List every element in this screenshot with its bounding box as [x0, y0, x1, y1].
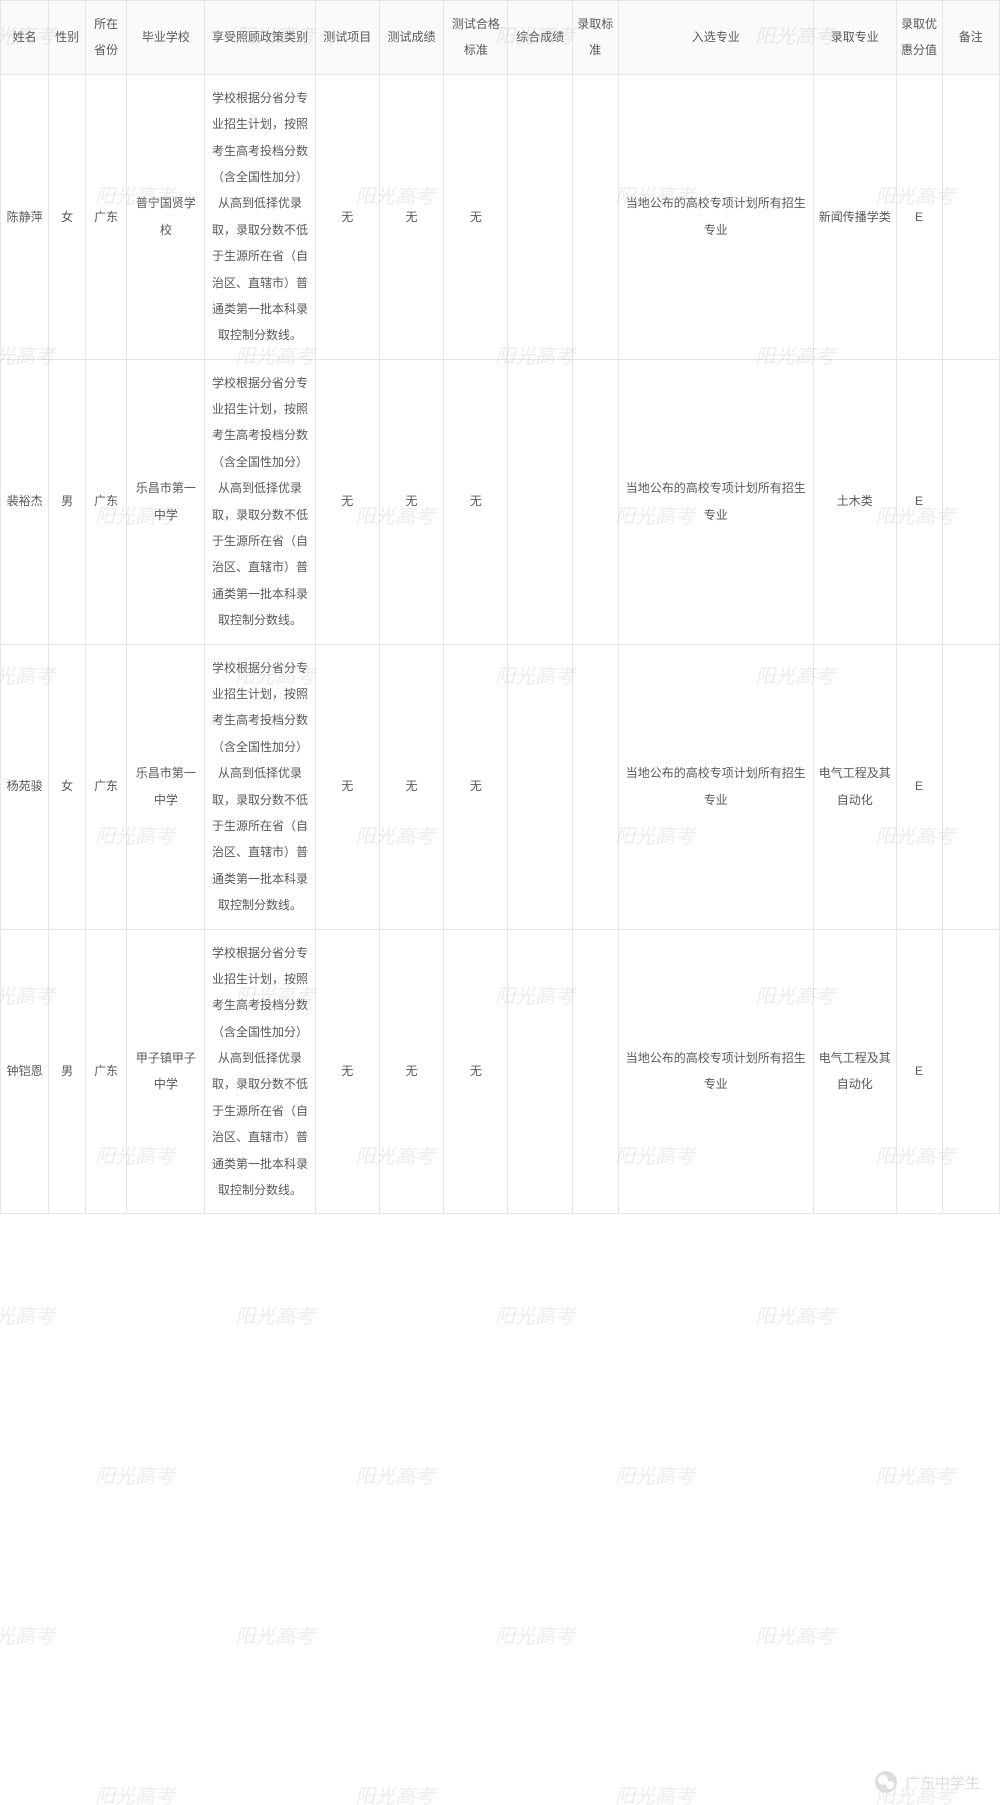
watermark-text: 阳光高考	[95, 1780, 175, 1805]
table-row: 杨苑骏女广东乐昌市第一中学学校根据分省分专业招生计划，按照考生高考投档分数（含全…	[1, 644, 1000, 929]
cell-pass_std: 无	[444, 929, 508, 1214]
cell-gender: 女	[49, 644, 86, 929]
cell-bonus: E	[896, 359, 942, 644]
cell-admitted_major: 电气工程及其自动化	[813, 929, 896, 1214]
cell-policy: 学校根据分省分专业招生计划，按照考生高考投档分数（含全国性加分）从高到低择优录取…	[205, 359, 315, 644]
cell-comp_score	[508, 74, 572, 359]
cell-comp_score	[508, 359, 572, 644]
cell-comp_score	[508, 929, 572, 1214]
watermark-text: 阳光高考	[755, 1300, 835, 1329]
cell-school: 乐昌市第一中学	[127, 644, 205, 929]
cell-test_item: 无	[315, 74, 379, 359]
cell-bonus: E	[896, 74, 942, 359]
table-header: 姓名 性别 所在省份 毕业学校 享受照顾政策类别 测试项目 测试成绩 测试合格标…	[1, 1, 1000, 75]
watermark-text: 阳光高考	[875, 1460, 955, 1489]
col-prov: 所在省份	[85, 1, 126, 75]
cell-admitted_major: 新闻传播学类	[813, 74, 896, 359]
table-body: 陈静萍女广东普宁国贤学校学校根据分省分专业招生计划，按照考生高考投档分数（含全国…	[1, 74, 1000, 1214]
wechat-icon	[875, 1771, 897, 1793]
cell-pass_std: 无	[444, 644, 508, 929]
watermark-text: 阳光高考	[615, 1460, 695, 1489]
cell-gender: 男	[49, 359, 86, 644]
col-school: 毕业学校	[127, 1, 205, 75]
cell-policy: 学校根据分省分专业招生计划，按照考生高考投档分数（含全国性加分）从高到低择优录取…	[205, 929, 315, 1214]
admissions-table: 姓名 性别 所在省份 毕业学校 享受照顾政策类别 测试项目 测试成绩 测试合格标…	[0, 0, 1000, 1214]
cell-remark	[942, 74, 1000, 359]
col-major: 录取专业	[813, 1, 896, 75]
watermark-text: 阳光高考	[355, 1460, 435, 1489]
watermark-text: 阳光高考	[95, 1460, 175, 1489]
watermark-text: 阳光高考	[495, 1300, 575, 1329]
col-testitem: 测试项目	[315, 1, 379, 75]
cell-test_score: 无	[379, 359, 443, 644]
cell-policy: 学校根据分省分专业招生计划，按照考生高考投档分数（含全国性加分）从高到低择优录取…	[205, 74, 315, 359]
cell-province: 广东	[85, 929, 126, 1214]
cell-test_score: 无	[379, 929, 443, 1214]
col-testscore: 测试成绩	[379, 1, 443, 75]
cell-school: 乐昌市第一中学	[127, 359, 205, 644]
cell-name: 杨苑骏	[1, 644, 49, 929]
watermark-text: 阳光高考	[0, 1300, 55, 1329]
cell-adm_std	[572, 74, 618, 359]
footer-source: 广东中学生	[875, 1771, 980, 1793]
cell-bonus: E	[896, 644, 942, 929]
col-name: 姓名	[1, 1, 49, 75]
col-sel: 入选专业	[618, 1, 813, 75]
col-comp: 综合成绩	[508, 1, 572, 75]
table-row: 钟铠恩男广东甲子镇甲子中学学校根据分省分专业招生计划，按照考生高考投档分数（含全…	[1, 929, 1000, 1214]
cell-admitted_major: 土木类	[813, 359, 896, 644]
watermark-text: 阳光高考	[0, 1620, 55, 1649]
cell-gender: 女	[49, 74, 86, 359]
col-policy: 享受照顾政策类别	[205, 1, 315, 75]
cell-gender: 男	[49, 929, 86, 1214]
watermark-text: 阳光高考	[235, 1300, 315, 1329]
cell-school: 普宁国贤学校	[127, 74, 205, 359]
col-gender: 性别	[49, 1, 86, 75]
cell-name: 裴裕杰	[1, 359, 49, 644]
cell-remark	[942, 929, 1000, 1214]
cell-selected_major: 当地公布的高校专项计划所有招生专业	[618, 74, 813, 359]
cell-test_score: 无	[379, 644, 443, 929]
cell-test_item: 无	[315, 644, 379, 929]
cell-selected_major: 当地公布的高校专项计划所有招生专业	[618, 359, 813, 644]
watermark-text: 阳光高考	[355, 1780, 435, 1805]
col-remark: 备注	[942, 1, 1000, 75]
cell-policy: 学校根据分省分专业招生计划，按照考生高考投档分数（含全国性加分）从高到低择优录取…	[205, 644, 315, 929]
cell-selected_major: 当地公布的高校专项计划所有招生专业	[618, 929, 813, 1214]
cell-pass_std: 无	[444, 74, 508, 359]
watermark-text: 阳光高考	[235, 1620, 315, 1649]
cell-admitted_major: 电气工程及其自动化	[813, 644, 896, 929]
cell-adm_std	[572, 929, 618, 1214]
cell-school: 甲子镇甲子中学	[127, 929, 205, 1214]
cell-bonus: E	[896, 929, 942, 1214]
cell-province: 广东	[85, 359, 126, 644]
cell-province: 广东	[85, 74, 126, 359]
watermark-text: 阳光高考	[495, 1620, 575, 1649]
cell-name: 陈静萍	[1, 74, 49, 359]
cell-adm_std	[572, 644, 618, 929]
col-admstd: 录取标准	[572, 1, 618, 75]
col-passstd: 测试合格标准	[444, 1, 508, 75]
cell-adm_std	[572, 359, 618, 644]
cell-comp_score	[508, 644, 572, 929]
cell-test_item: 无	[315, 359, 379, 644]
footer-source-text: 广东中学生	[905, 1772, 980, 1793]
watermark-text: 阳光高考	[755, 1620, 835, 1649]
cell-province: 广东	[85, 644, 126, 929]
watermark-text: 阳光高考	[615, 1780, 695, 1805]
cell-remark	[942, 359, 1000, 644]
cell-selected_major: 当地公布的高校专项计划所有招生专业	[618, 644, 813, 929]
table-row: 裴裕杰男广东乐昌市第一中学学校根据分省分专业招生计划，按照考生高考投档分数（含全…	[1, 359, 1000, 644]
cell-remark	[942, 644, 1000, 929]
cell-name: 钟铠恩	[1, 929, 49, 1214]
cell-pass_std: 无	[444, 359, 508, 644]
cell-test_score: 无	[379, 74, 443, 359]
col-bonus: 录取优惠分值	[896, 1, 942, 75]
table-row: 陈静萍女广东普宁国贤学校学校根据分省分专业招生计划，按照考生高考投档分数（含全国…	[1, 74, 1000, 359]
cell-test_item: 无	[315, 929, 379, 1214]
